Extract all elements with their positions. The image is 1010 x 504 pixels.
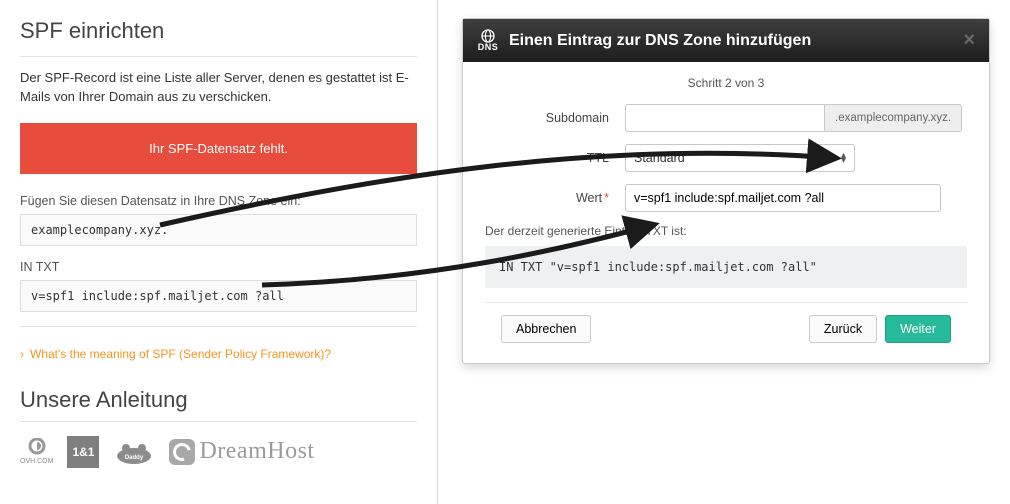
domain-readonly[interactable]: examplecompany.xyz. <box>20 214 417 246</box>
dns-modal: DNS Einen Eintrag zur DNS Zone hinzufüge… <box>462 18 990 364</box>
generated-txt: IN TXT "v=spf1 include:spf.mailjet.com ?… <box>485 246 967 288</box>
wert-label: Wert* <box>485 191 625 205</box>
godaddy-logo[interactable]: Daddy <box>113 438 155 466</box>
generated-label: Der derzeit generierte Eintrag TXT ist: <box>485 224 967 238</box>
one-and-one-logo[interactable]: 1&1 <box>67 436 99 468</box>
divider <box>20 421 417 422</box>
insert-label: Fügen Sie diesen Datensatz in Ihre DNS Z… <box>20 194 417 208</box>
ttl-select[interactable]: Standard ▴▾ <box>625 144 855 172</box>
intro-text: Der SPF-Record ist eine Liste aller Serv… <box>20 69 417 107</box>
domain-suffix: .examplecompany.xyz. <box>825 104 962 132</box>
ttl-label: TTL <box>485 151 625 165</box>
close-icon[interactable]: × <box>963 29 975 52</box>
guide-title: Unsere Anleitung <box>20 387 417 413</box>
dreamhost-icon <box>169 439 195 465</box>
divider <box>20 56 417 57</box>
spf-alert: Ihr SPF-Datensatz fehlt. <box>20 123 417 174</box>
dreamhost-logo[interactable]: DreamHost <box>169 438 314 465</box>
modal-header: DNS Einen Eintrag zur DNS Zone hinzufüge… <box>463 19 989 62</box>
wert-input[interactable] <box>625 184 941 212</box>
subdomain-label: Subdomain <box>485 111 625 125</box>
dns-icon: DNS <box>477 29 499 52</box>
divider <box>20 326 417 327</box>
cancel-button[interactable]: Abbrechen <box>501 315 591 343</box>
left-panel: SPF einrichten Der SPF-Record ist eine L… <box>0 0 438 504</box>
txt-readonly[interactable]: v=spf1 include:spf.mailjet.com ?all <box>20 280 417 312</box>
step-indicator: Schritt 2 von 3 <box>485 76 967 90</box>
spf-faq-link[interactable]: What's the meaning of SPF (Sender Policy… <box>20 347 331 361</box>
back-button[interactable]: Zurück <box>809 315 877 343</box>
modal-title: Einen Eintrag zur DNS Zone hinzufügen <box>509 32 811 50</box>
right-panel: DNS Einen Eintrag zur DNS Zone hinzufüge… <box>438 0 1010 504</box>
next-button[interactable]: Weiter <box>885 315 951 343</box>
in-txt-label: IN TXT <box>20 260 417 274</box>
chevron-updown-icon: ▴▾ <box>841 153 846 163</box>
provider-logos: OVH.COM 1&1 Daddy DreamHost <box>20 436 417 468</box>
ovh-logo[interactable]: OVH.COM <box>20 438 53 465</box>
svg-text:Daddy: Daddy <box>125 455 144 461</box>
subdomain-input[interactable] <box>625 104 825 132</box>
page-title: SPF einrichten <box>20 18 417 44</box>
